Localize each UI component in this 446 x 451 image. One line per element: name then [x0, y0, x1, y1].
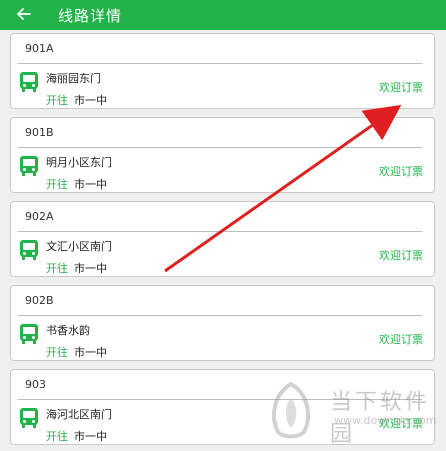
route-card[interactable]: 902B 书香水韵 开往 市一中 欢迎订票	[10, 285, 435, 361]
destination: 市一中	[74, 178, 107, 191]
book-ticket-button[interactable]: 欢迎订票	[379, 331, 423, 347]
destination: 市一中	[74, 262, 107, 275]
direction-label: 开往	[46, 178, 68, 191]
direction-label: 开往	[46, 262, 68, 275]
route-number: 903	[25, 378, 46, 391]
route-card[interactable]: 902A 文汇小区南门 开往 市一中 欢迎订票	[10, 201, 435, 277]
destination: 市一中	[74, 430, 107, 443]
direction-label: 开往	[46, 94, 68, 107]
bus-icon	[20, 72, 38, 92]
route-number: 902B	[25, 294, 54, 307]
watermark: 当下软件园 www.downxia.com	[262, 380, 446, 451]
page-title: 线路详情	[58, 7, 123, 25]
stop-name: 书香水韵	[46, 324, 90, 337]
route-card[interactable]: 901A 海丽园东门 开往 市一中 欢迎订票	[10, 33, 435, 109]
bus-icon	[20, 240, 38, 260]
book-ticket-button[interactable]: 欢迎订票	[379, 79, 423, 95]
destination: 市一中	[74, 94, 107, 107]
divider	[18, 315, 422, 316]
bus-icon	[20, 156, 38, 176]
stop-name: 文汇小区南门	[46, 240, 112, 253]
divider	[18, 231, 422, 232]
divider	[18, 147, 422, 148]
route-card[interactable]: 901B 明月小区东门 开往 市一中 欢迎订票	[10, 117, 435, 193]
book-ticket-button[interactable]: 欢迎订票	[379, 247, 423, 263]
stop-name: 海河北区南门	[46, 408, 112, 421]
stop-name: 明月小区东门	[46, 156, 112, 169]
route-number: 901B	[25, 126, 54, 139]
stop-name: 海丽园东门	[46, 72, 101, 85]
divider	[18, 63, 422, 64]
direction-label: 开往	[46, 430, 68, 443]
book-ticket-button[interactable]: 欢迎订票	[379, 163, 423, 179]
bus-icon	[20, 408, 38, 428]
watermark-logo-icon	[272, 381, 310, 439]
watermark-url: www.downxia.com	[334, 414, 437, 427]
route-number: 902A	[25, 210, 54, 223]
route-number: 901A	[25, 42, 54, 55]
app-header: 线路详情	[0, 0, 446, 30]
arrow-left-icon	[17, 8, 31, 20]
direction-label: 开往	[46, 346, 68, 359]
back-button[interactable]	[12, 2, 36, 26]
bus-icon	[20, 324, 38, 344]
destination: 市一中	[74, 346, 107, 359]
